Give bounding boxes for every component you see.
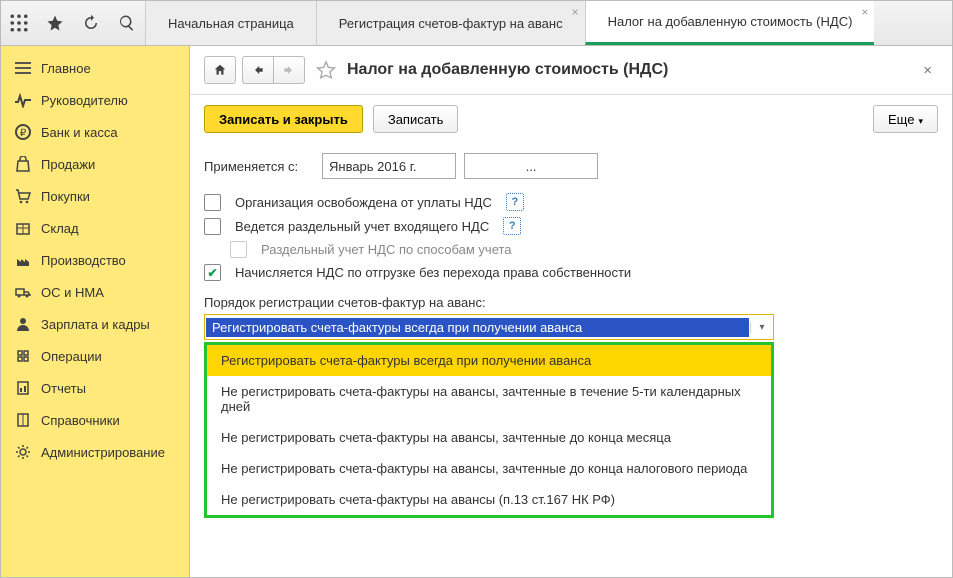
sidebar-item-cart[interactable]: Покупки bbox=[1, 180, 189, 212]
sidebar-item-label: Зарплата и кадры bbox=[41, 317, 150, 332]
forward-button[interactable] bbox=[274, 56, 305, 84]
tab-invoice-registration[interactable]: Регистрация счетов-фактур на аванс × bbox=[316, 1, 585, 45]
sidebar-item-label: Руководителю bbox=[41, 93, 128, 108]
ops-icon bbox=[15, 348, 31, 364]
person-icon bbox=[15, 316, 31, 332]
nav-buttons bbox=[242, 56, 305, 84]
sidebar-item-report[interactable]: Отчеты bbox=[1, 372, 189, 404]
dropdown-option[interactable]: Не регистрировать счета-фактуры на аванс… bbox=[207, 484, 771, 515]
sidebar: Главное Руководителю ₽ Банк и касса Продажи П… bbox=[1, 46, 190, 577]
book-icon bbox=[15, 412, 31, 428]
save-and-close-button[interactable]: Записать и закрыть bbox=[204, 105, 363, 133]
ruble-icon: ₽ bbox=[15, 124, 31, 140]
checkbox-by-method-label: Раздельный учет НДС по способам учета bbox=[261, 242, 512, 257]
sidebar-item-gear[interactable]: Администрирование bbox=[1, 436, 189, 468]
tab-label: Налог на добавленную стоимость (НДС) bbox=[608, 14, 853, 29]
burger-icon bbox=[15, 60, 31, 76]
sidebar-item-label: Склад bbox=[41, 221, 79, 236]
checkbox-by-method bbox=[230, 241, 247, 258]
sidebar-item-label: Справочники bbox=[41, 413, 120, 428]
save-button[interactable]: Записать bbox=[373, 105, 459, 133]
gear-icon bbox=[15, 444, 31, 460]
close-icon[interactable]: × bbox=[572, 5, 579, 19]
checkbox-on-shipment-label: Начисляется НДС по отгрузке без перехода… bbox=[235, 265, 631, 280]
chevron-down-icon[interactable]: ▾ bbox=[750, 322, 773, 333]
tabs: Начальная страница Регистрация счетов-фа… bbox=[145, 1, 952, 45]
chevron-down-icon: ▾ bbox=[918, 116, 923, 126]
close-icon[interactable]: × bbox=[861, 5, 868, 19]
sidebar-item-label: ОС и НМА bbox=[41, 285, 104, 300]
tab-label: Регистрация счетов-фактур на аванс bbox=[339, 16, 563, 31]
checkbox-separate-label: Ведется раздельный учет входящего НДС bbox=[235, 219, 489, 234]
sidebar-item-label: Главное bbox=[41, 61, 91, 76]
sidebar-item-label: Производство bbox=[41, 253, 126, 268]
search-icon[interactable] bbox=[109, 1, 145, 45]
sidebar-item-pulse[interactable]: Руководителю bbox=[1, 84, 189, 116]
form: Применяется с: Январь 2016 г. ... Органи… bbox=[190, 143, 952, 532]
sidebar-item-bag[interactable]: Продажи bbox=[1, 148, 189, 180]
history-icon[interactable] bbox=[73, 1, 109, 45]
page-title: Налог на добавленную стоимость (НДС) bbox=[347, 61, 668, 79]
help-icon[interactable]: ? bbox=[506, 193, 524, 211]
dropdown-option[interactable]: Регистрировать счета-фактуры всегда при … bbox=[207, 345, 771, 376]
applies-from-picker[interactable]: ... bbox=[464, 153, 598, 179]
report-icon bbox=[15, 380, 31, 396]
box-icon bbox=[15, 220, 31, 236]
sidebar-item-truck[interactable]: ОС и НМА bbox=[1, 276, 189, 308]
more-label: Еще bbox=[888, 112, 914, 127]
sidebar-item-burger[interactable]: Главное bbox=[1, 52, 189, 84]
pulse-icon bbox=[15, 92, 31, 108]
checkbox-exempt[interactable] bbox=[204, 194, 221, 211]
dropdown-option[interactable]: Не регистрировать счета-фактуры на аванс… bbox=[207, 453, 771, 484]
back-button[interactable] bbox=[242, 56, 274, 84]
dropdown-label: Порядок регистрации счетов-фактур на ава… bbox=[204, 295, 938, 310]
sidebar-item-label: Банк и касса bbox=[41, 125, 118, 140]
dropdown-value: Регистрировать счета-фактуры всегда при … bbox=[206, 318, 749, 337]
toolbar: Записать и закрыть Записать Еще ▾ bbox=[190, 95, 952, 143]
topbar: Начальная страница Регистрация счетов-фа… bbox=[1, 1, 952, 46]
sidebar-item-box[interactable]: Склад bbox=[1, 212, 189, 244]
sidebar-item-book[interactable]: Справочники bbox=[1, 404, 189, 436]
sidebar-item-label: Операции bbox=[41, 349, 102, 364]
factory-icon bbox=[15, 252, 31, 268]
page-close-button[interactable]: × bbox=[917, 62, 938, 79]
home-button[interactable] bbox=[204, 56, 236, 84]
content: Налог на добавленную стоимость (НДС) × З… bbox=[190, 46, 952, 577]
help-icon[interactable]: ? bbox=[503, 217, 521, 235]
favorite-icon[interactable] bbox=[315, 59, 337, 81]
bag-icon bbox=[15, 156, 31, 172]
applies-from-value: Январь 2016 г. bbox=[329, 159, 416, 174]
page-header: Налог на добавленную стоимость (НДС) × bbox=[190, 46, 952, 95]
ellipsis-icon: ... bbox=[526, 159, 537, 174]
tab-label: Начальная страница bbox=[168, 16, 294, 31]
cart-icon bbox=[15, 188, 31, 204]
dropdown-option[interactable]: Не регистрировать счета-фактуры на аванс… bbox=[207, 376, 771, 422]
checkbox-exempt-label: Организация освобождена от уплаты НДС bbox=[235, 195, 492, 210]
tab-home[interactable]: Начальная страница bbox=[145, 1, 316, 45]
dropdown-list: Регистрировать счета-фактуры всегда при … bbox=[204, 342, 774, 518]
apps-icon[interactable] bbox=[1, 1, 37, 45]
tab-vat[interactable]: Налог на добавленную стоимость (НДС) × bbox=[585, 1, 875, 45]
sidebar-item-person[interactable]: Зарплата и кадры bbox=[1, 308, 189, 340]
more-button[interactable]: Еще ▾ bbox=[873, 105, 938, 133]
star-icon[interactable] bbox=[37, 1, 73, 45]
sidebar-item-factory[interactable]: Производство bbox=[1, 244, 189, 276]
sidebar-item-label: Администрирование bbox=[41, 445, 165, 460]
applies-from-field[interactable]: Январь 2016 г. bbox=[322, 153, 456, 179]
invoice-order-dropdown[interactable]: Регистрировать счета-фактуры всегда при … bbox=[204, 314, 774, 518]
dropdown-option[interactable]: Не регистрировать счета-фактуры на аванс… bbox=[207, 422, 771, 453]
sidebar-item-label: Отчеты bbox=[41, 381, 86, 396]
sidebar-item-label: Покупки bbox=[41, 189, 90, 204]
truck-icon bbox=[15, 284, 31, 300]
sidebar-item-ops[interactable]: Операции bbox=[1, 340, 189, 372]
svg-text:₽: ₽ bbox=[20, 128, 27, 139]
checkbox-separate[interactable] bbox=[204, 218, 221, 235]
applies-from-label: Применяется с: bbox=[204, 159, 314, 174]
checkbox-on-shipment[interactable] bbox=[204, 264, 221, 281]
sidebar-item-ruble[interactable]: ₽ Банк и касса bbox=[1, 116, 189, 148]
sidebar-item-label: Продажи bbox=[41, 157, 95, 172]
